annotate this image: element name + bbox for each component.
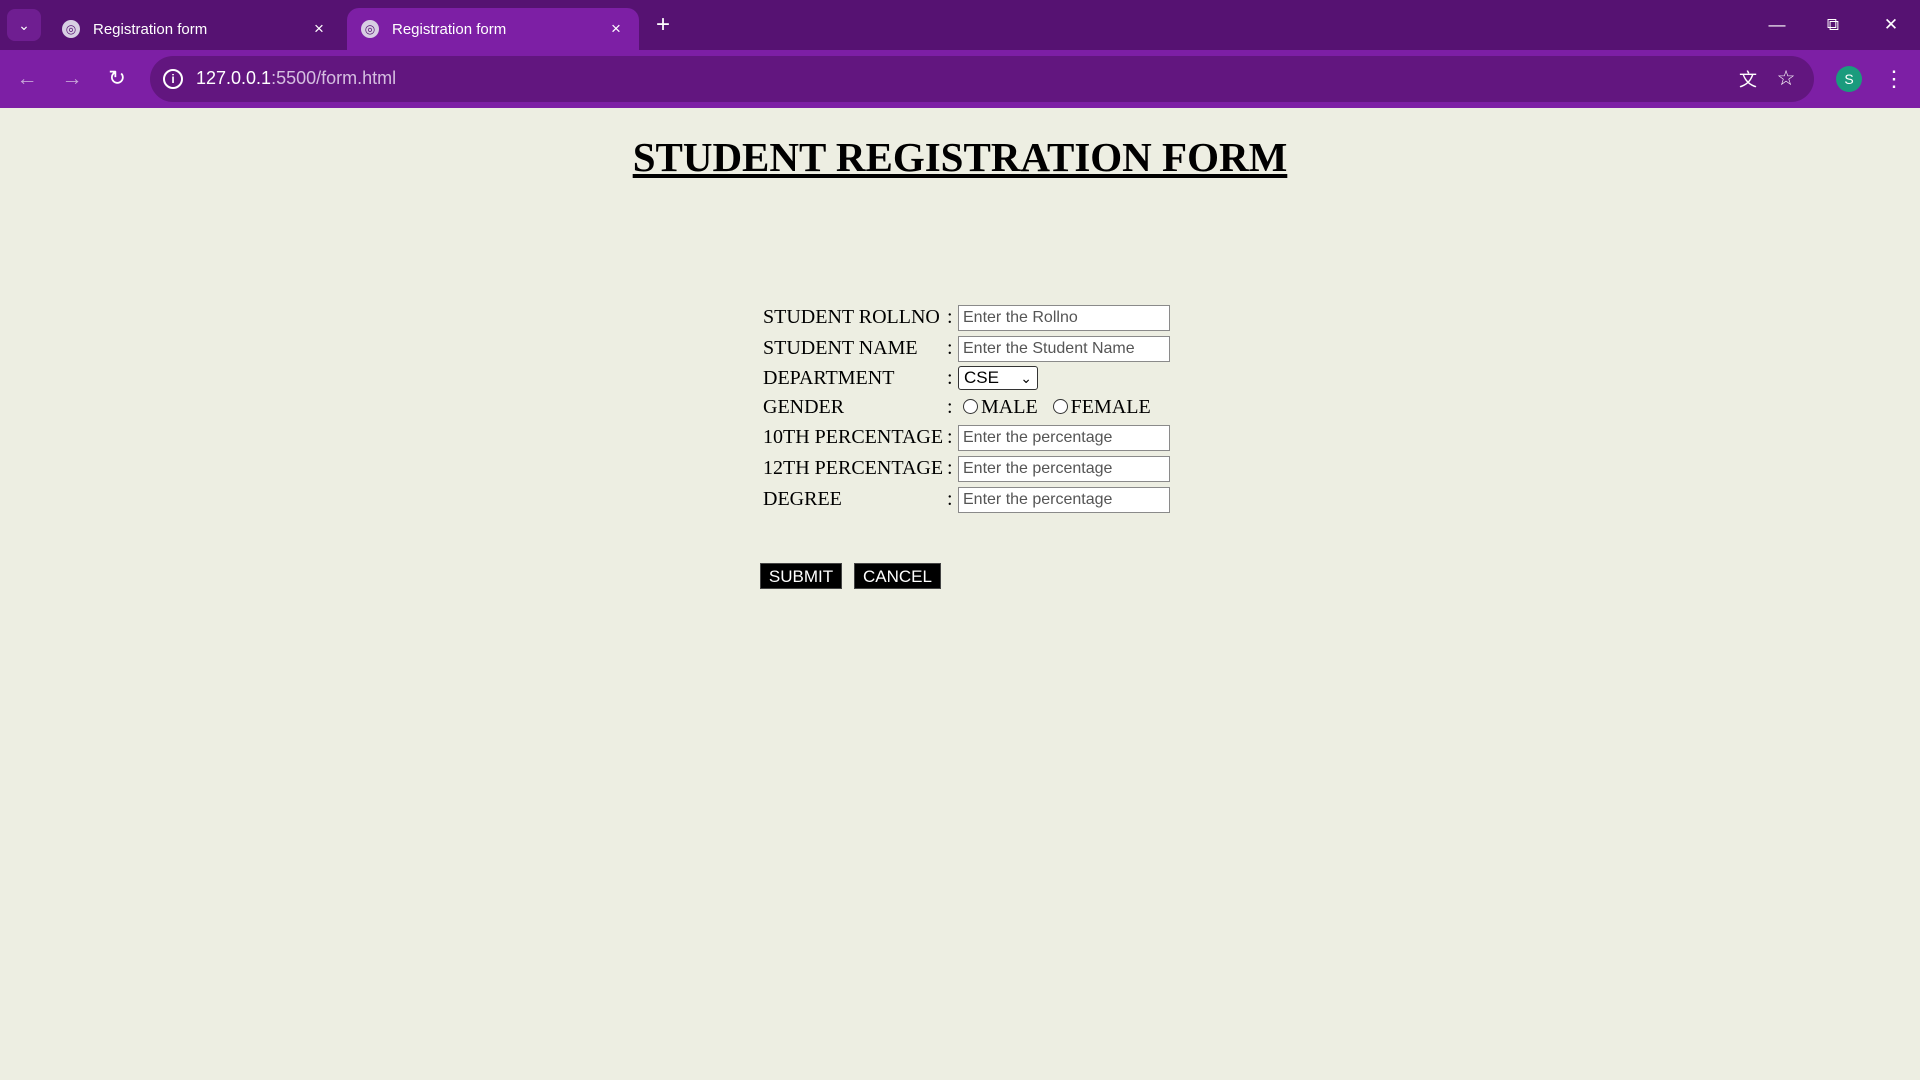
male-radio[interactable] — [963, 398, 978, 414]
browser-toolbar: ← → ↻ i 127.0.0.1:5500/form.html 文 ☆ S ⋮ — [0, 50, 1920, 108]
address-bar[interactable]: i 127.0.0.1:5500/form.html 文 ☆ — [150, 56, 1814, 102]
reload-icon[interactable]: ↻ — [100, 62, 134, 96]
close-icon[interactable]: × — [601, 19, 631, 39]
colon-separator: : — [947, 426, 953, 448]
rollno-label: STUDENT ROLLNO — [763, 306, 940, 328]
tenth-percentage-input[interactable]: Enter the percentage — [958, 425, 1170, 451]
globe-icon: ◎ — [62, 20, 80, 38]
degree-input[interactable]: Enter the percentage — [958, 487, 1170, 513]
gender-options: MALE FEMALE — [958, 396, 1151, 419]
student-name-label: STUDENT NAME — [763, 337, 918, 359]
colon-separator: : — [947, 367, 953, 389]
twelfth-percentage-label: 12TH PERCENTAGE — [763, 457, 944, 479]
close-icon[interactable]: × — [304, 19, 334, 39]
colon-separator: : — [947, 306, 953, 328]
restore-icon[interactable]: ⧉ — [1811, 8, 1855, 42]
gender-label: GENDER — [763, 396, 845, 418]
profile-avatar[interactable]: S — [1836, 66, 1862, 92]
more-menu-icon[interactable]: ⋮ — [1879, 62, 1909, 96]
page-title: STUDENT REGISTRATION FORM — [632, 134, 1288, 180]
department-label: DEPARTMENT — [763, 367, 895, 389]
student-name-input[interactable]: Enter the Student Name — [958, 336, 1170, 362]
submit-button[interactable]: SUBMIT — [760, 563, 842, 589]
colon-separator: : — [947, 488, 953, 510]
browser-tab-active[interactable]: ◎ Registration form × — [347, 8, 639, 50]
window-close-icon[interactable]: ✕ — [1869, 8, 1913, 42]
female-radio[interactable] — [1052, 398, 1068, 414]
tab-search-button[interactable]: ⌄ — [7, 9, 41, 41]
chevron-down-icon: ⌄ — [18, 16, 30, 33]
globe-icon: ◎ — [361, 20, 379, 38]
department-selected-value: CSE — [964, 368, 999, 387]
cancel-button[interactable]: CANCEL — [854, 563, 941, 589]
browser-tab[interactable]: ◎ Registration form × — [48, 8, 342, 50]
forward-arrow-icon[interactable]: → — [55, 62, 89, 96]
male-label: MALE — [981, 396, 1038, 418]
chevron-down-icon: ⌄ — [1020, 370, 1032, 386]
rollno-input[interactable]: Enter the Rollno — [958, 305, 1170, 331]
url-path: :5500/form.html — [271, 68, 397, 88]
site-info-icon[interactable]: i — [163, 69, 183, 89]
back-arrow-icon[interactable]: ← — [10, 62, 44, 96]
colon-separator: : — [947, 457, 953, 479]
bookmark-star-icon[interactable]: ☆ — [1774, 66, 1798, 90]
translate-icon[interactable]: 文 — [1736, 66, 1760, 90]
new-tab-button[interactable]: + — [650, 10, 676, 40]
department-select[interactable]: CSE ⌄ — [958, 366, 1038, 390]
url-host: 127.0.0.1 — [196, 68, 272, 88]
degree-label: DEGREE — [763, 488, 842, 510]
colon-separator: : — [947, 396, 953, 418]
twelfth-percentage-input[interactable]: Enter the percentage — [958, 456, 1170, 482]
colon-separator: : — [947, 337, 953, 359]
tenth-percentage-label: 10TH PERCENTAGE — [763, 426, 944, 448]
minimize-icon[interactable]: — — [1755, 8, 1799, 42]
tab-title: Registration form — [93, 20, 208, 38]
url-text: 127.0.0.1:5500/form.html — [196, 68, 396, 89]
female-label: FEMALE — [1070, 396, 1151, 418]
browser-tab-strip: ⌄ ◎ Registration form × ◎ Registration f… — [0, 0, 1920, 50]
tab-title: Registration form — [392, 20, 507, 38]
